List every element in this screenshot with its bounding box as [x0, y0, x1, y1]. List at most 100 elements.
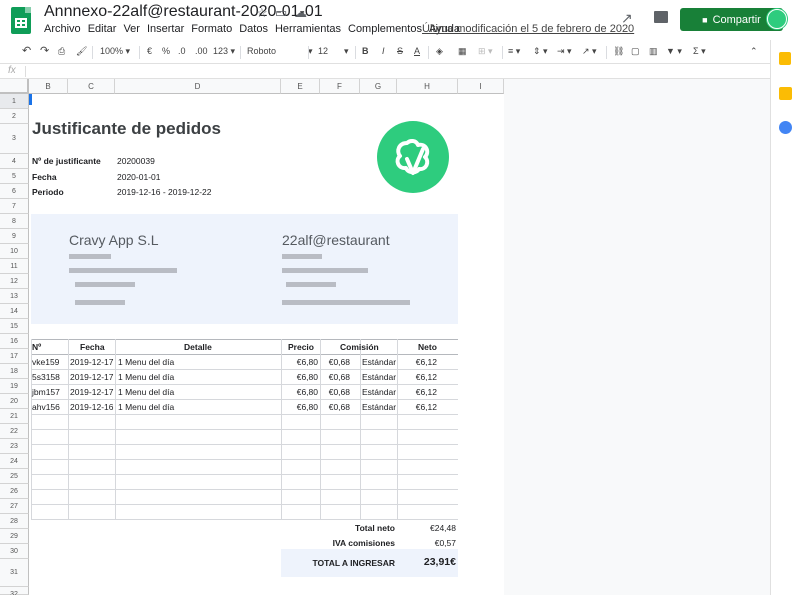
star-icon[interactable]: ☆	[256, 5, 268, 21]
row-header[interactable]: 10	[0, 244, 29, 259]
row-header[interactable]: 18	[0, 364, 29, 379]
cloud-status-icon[interactable]: ☁	[294, 5, 307, 21]
insert-chart-icon[interactable]: ▥	[649, 46, 658, 57]
calendar-icon[interactable]	[779, 52, 791, 65]
row-header[interactable]: 27	[0, 499, 29, 514]
row-header[interactable]: 13	[0, 289, 29, 304]
row-header[interactable]: 3	[0, 124, 29, 154]
row-header[interactable]: 31	[0, 559, 29, 587]
menu-archivo[interactable]: Archivo	[44, 23, 81, 35]
row-header[interactable]: 1	[0, 94, 29, 109]
row-header[interactable]: 12	[0, 274, 29, 289]
meta-label-period: Periodo	[32, 187, 64, 197]
row-header[interactable]: 28	[0, 514, 29, 529]
text-color-button[interactable]: A	[414, 46, 420, 56]
borders-icon[interactable]: ▦	[458, 46, 467, 57]
select-all-corner[interactable]	[0, 79, 29, 94]
comment-icon[interactable]	[654, 11, 668, 23]
menu-datos[interactable]: Datos	[239, 23, 268, 35]
menu-editar[interactable]: Editar	[88, 23, 117, 35]
row-header[interactable]: 11	[0, 259, 29, 274]
row-header[interactable]: 4	[0, 154, 29, 169]
row-header[interactable]: 20	[0, 394, 29, 409]
text-wrap-icon[interactable]: ⇥ ▾	[557, 46, 572, 57]
row-header[interactable]: 29	[0, 529, 29, 544]
more-formats-select[interactable]: 123 ▾	[213, 46, 235, 57]
strikethrough-button[interactable]: S	[397, 46, 403, 56]
row-header[interactable]: 21	[0, 409, 29, 424]
order-detail: 1 Menu del día	[118, 387, 175, 397]
row-header[interactable]: 30	[0, 544, 29, 559]
keep-icon[interactable]	[779, 87, 792, 100]
align-horizontal-icon[interactable]: ≡ ▾	[508, 46, 520, 57]
column-header[interactable]: F	[320, 79, 360, 94]
row-header[interactable]: 19	[0, 379, 29, 394]
row-header[interactable]: 15	[0, 319, 29, 334]
row-header[interactable]: 17	[0, 349, 29, 364]
bold-button[interactable]: B	[362, 46, 369, 56]
column-header[interactable]: D	[115, 79, 281, 94]
trending-icon[interactable]: ↗	[621, 10, 633, 27]
menu-formato[interactable]: Formato	[191, 23, 232, 35]
redacted-text	[75, 300, 125, 305]
row-header[interactable]: 6	[0, 184, 29, 199]
insert-link-icon[interactable]: ⛓	[613, 46, 624, 57]
column-header[interactable]: E	[281, 79, 320, 94]
text-rotation-icon[interactable]: ↗ ▾	[582, 46, 597, 57]
row-header[interactable]: 5	[0, 169, 29, 184]
menu-herramientas[interactable]: Herramientas	[275, 23, 341, 35]
account-avatar[interactable]	[767, 9, 787, 29]
row-header[interactable]: 16	[0, 334, 29, 349]
functions-button[interactable]: Σ ▾	[693, 46, 706, 57]
lock-icon: ■	[702, 14, 708, 25]
decrease-decimals-button[interactable]: .0	[178, 46, 186, 56]
row-header[interactable]: 22	[0, 424, 29, 439]
row-header[interactable]: 7	[0, 199, 29, 214]
currency-format-button[interactable]: €	[147, 46, 152, 56]
row-header[interactable]: 14	[0, 304, 29, 319]
percent-format-button[interactable]: %	[162, 46, 170, 56]
cravy-logo-icon	[377, 121, 449, 193]
last-edit-link[interactable]: Última modificación el 5 de febrero de 2…	[422, 23, 634, 35]
collapse-toolbar-icon[interactable]: ⌃	[750, 46, 758, 57]
menu-ver[interactable]: Ver	[123, 23, 140, 35]
row-header[interactable]: 32	[0, 587, 29, 595]
zoom-select[interactable]: 100% ▾	[100, 46, 130, 57]
row-header[interactable]: 9	[0, 229, 29, 244]
font-size-select[interactable]: 12 ▾	[318, 46, 349, 57]
row-header[interactable]: 25	[0, 469, 29, 484]
row-header[interactable]: 26	[0, 484, 29, 499]
paint-format-icon[interactable]: 🖌	[76, 46, 87, 57]
order-commission-type: Estándar	[362, 357, 397, 367]
column-header[interactable]: G	[360, 79, 397, 94]
filter-icon[interactable]: ▼ ▾	[666, 46, 682, 57]
formula-bar[interactable]: fx	[0, 64, 770, 79]
move-folder-icon[interactable]: ▭	[275, 5, 287, 21]
menu-complementos[interactable]: Complementos	[348, 23, 422, 35]
row-header[interactable]: 8	[0, 214, 29, 229]
vat-commission-label: IVA comisiones	[332, 538, 395, 548]
undo-icon[interactable]: ↶	[22, 44, 31, 57]
print-icon[interactable]: ⎙	[58, 46, 65, 57]
order-id: jbm157	[32, 387, 60, 397]
merge-cells-icon[interactable]: ⊞ ▾	[478, 46, 493, 57]
insert-comment-icon[interactable]: ▢	[631, 46, 640, 57]
column-header[interactable]: H	[397, 79, 458, 94]
row-header[interactable]: 2	[0, 109, 29, 124]
menu-insertar[interactable]: Insertar	[147, 23, 184, 35]
column-header[interactable]: B	[29, 79, 68, 94]
tasks-icon[interactable]	[779, 121, 792, 134]
sheets-logo-icon[interactable]	[11, 7, 31, 34]
header-number: Nº	[32, 342, 42, 352]
row-header[interactable]: 23	[0, 439, 29, 454]
increase-decimals-button[interactable]: .00	[195, 46, 208, 56]
fill-color-icon[interactable]: ◈	[436, 46, 443, 57]
italic-button[interactable]: I	[382, 46, 385, 56]
column-header[interactable]: I	[458, 79, 504, 94]
redo-icon[interactable]: ↷	[40, 44, 49, 57]
row-header[interactable]: 24	[0, 454, 29, 469]
column-header[interactable]: C	[68, 79, 115, 94]
order-price: €6,80	[296, 402, 318, 412]
font-select[interactable]: Roboto ▾	[247, 46, 313, 57]
align-vertical-icon[interactable]: ⇕ ▾	[533, 46, 548, 57]
